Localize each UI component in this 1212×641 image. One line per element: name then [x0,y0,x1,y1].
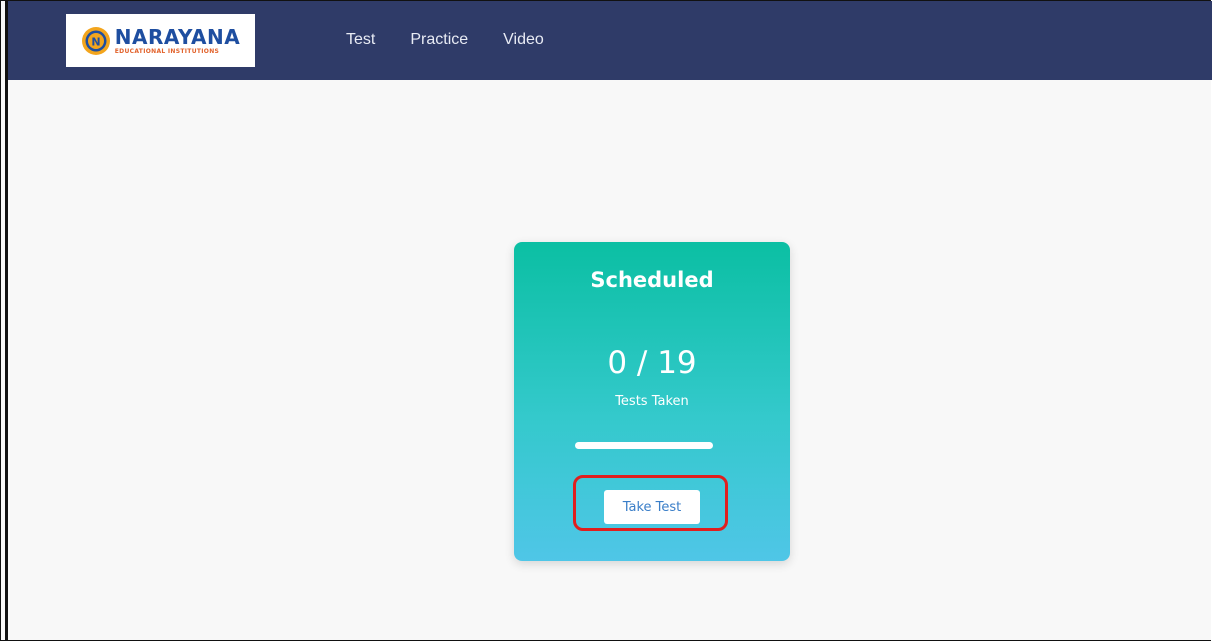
card-title: Scheduled [590,268,714,292]
nav-link-video[interactable]: Video [503,31,544,49]
nav-link-practice[interactable]: Practice [410,31,468,49]
window-edge [5,0,8,641]
tests-caption: Tests Taken [615,394,689,409]
logo-subtitle: EDUCATIONAL INSTITUTIONS [114,47,220,55]
svg-text:N: N [91,35,100,48]
take-test-button[interactable]: Take Test [604,490,700,524]
top-navbar: N NARAYANA EDUCATIONAL INSTITUTIONS Test… [8,1,1212,80]
nav-link-test[interactable]: Test [346,31,375,49]
tests-count: 0 / 19 [607,345,697,381]
logo-content: N NARAYANA EDUCATIONAL INSTITUTIONS [81,26,240,56]
main-nav: Test Practice Video [346,31,579,49]
brand-logo[interactable]: N NARAYANA EDUCATIONAL INSTITUTIONS [66,14,255,67]
narayana-emblem-icon: N [81,26,110,55]
logo-name: NARAYANA [114,24,241,49]
logo-text: NARAYANA EDUCATIONAL INSTITUTIONS [115,27,240,55]
tests-progress-bar [575,442,713,449]
